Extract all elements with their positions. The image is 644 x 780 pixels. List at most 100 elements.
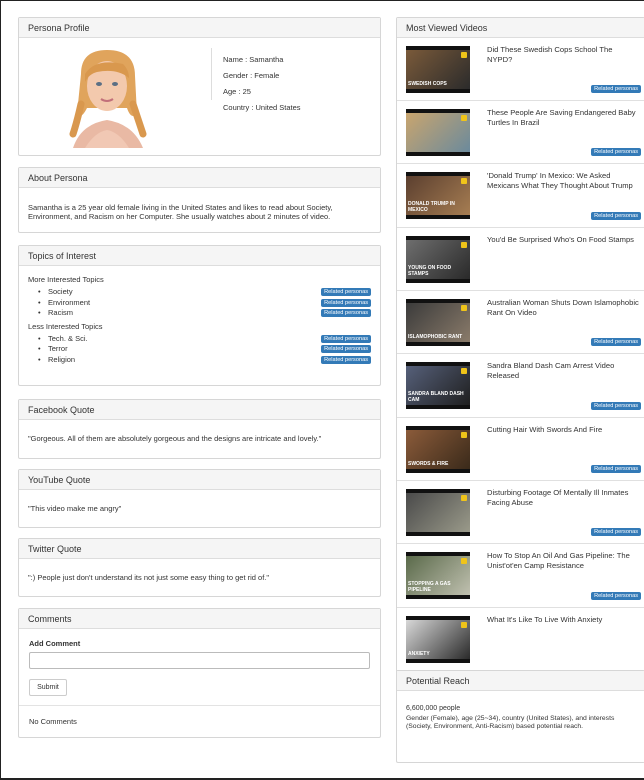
channel-logo-icon (461, 622, 467, 628)
video-title-link[interactable]: How To Stop An Oil And Gas Pipeline: The… (487, 551, 639, 571)
related-personas-badge[interactable]: Related personas (321, 355, 371, 364)
thumbnail-caption: ISLAMOPHOBIC RANT (408, 334, 463, 340)
video-title-link[interactable]: Australian Woman Shuts Down Islamophobic… (487, 298, 639, 318)
facebook-quote-text: "Gorgeous. All of them are absolutely go… (28, 434, 322, 443)
topic-row: • Racism Related personas (28, 308, 371, 319)
thumbnail-caption: YOUNG ON FOOD STAMPS (408, 265, 452, 277)
topics-title: Topics of Interest (19, 246, 380, 266)
comments-panel: Comments Add Comment Submit No Comments (18, 608, 381, 738)
related-personas-badge[interactable]: Related personas (591, 402, 641, 410)
video-item[interactable]: SWEDISH COPS Did These Swedish Cops Schoo… (397, 38, 644, 101)
persona-profile-panel: Persona Profile Name : Samantha Gender :… (18, 17, 381, 156)
submit-button[interactable]: Submit (29, 679, 67, 696)
related-personas-badge[interactable]: Related personas (321, 345, 371, 353)
related-personas-badge[interactable]: Related personas (321, 334, 371, 343)
less-interested-label: Less Interested Topics (28, 321, 103, 331)
twitter-quote-text: ":) People just don't understand its not… (28, 573, 270, 582)
twitter-quote-title: Twitter Quote (19, 539, 380, 559)
video-title-link[interactable]: These People Are Saving Endangered Baby … (487, 108, 639, 128)
related-personas-badge[interactable]: Related personas (591, 338, 641, 346)
related-personas-badge[interactable]: Related personas (591, 592, 641, 600)
channel-logo-icon (461, 432, 467, 438)
related-personas-badge[interactable]: Related personas (321, 288, 371, 296)
video-thumbnail[interactable] (406, 489, 470, 536)
video-item[interactable]: These People Are Saving Endangered Baby … (397, 101, 644, 164)
related-personas-badge[interactable]: Related personas (591, 148, 641, 156)
no-comments-text: No Comments (29, 717, 77, 726)
video-thumbnail[interactable]: ANXIETY (406, 616, 470, 663)
bullet-icon: • (38, 287, 41, 296)
more-topics-list: • Society Related personas • Environment Rela… (28, 287, 371, 319)
video-title-link[interactable]: What It's Like To Live With Anxiety (487, 615, 639, 625)
reach-people: 6,600,000 people (406, 705, 461, 712)
profile-name: Name : Samantha (223, 55, 284, 64)
most-viewed-videos-title: Most Viewed Videos (397, 18, 644, 38)
related-personas-badge[interactable]: Related personas (591, 528, 641, 536)
channel-logo-icon (461, 242, 467, 248)
comments-title: Comments (19, 609, 380, 629)
video-title-link[interactable]: Cutting Hair With Swords And Fire (487, 425, 639, 435)
video-thumbnail[interactable]: SWEDISH COPS (406, 46, 470, 93)
video-item[interactable]: SWORDS & FIRE Cutting Hair With Swords An… (397, 418, 644, 481)
video-item[interactable]: YOUNG ON FOOD STAMPS You'd Be Surprised W… (397, 228, 644, 291)
topic-row: • Religion Related personas (28, 355, 371, 366)
video-thumbnail[interactable] (406, 109, 470, 156)
video-item[interactable]: ANXIETY What It's Like To Live With Anxie… (397, 608, 644, 678)
persona-profile-title: Persona Profile (19, 18, 380, 38)
topic-name: Environment (48, 297, 91, 307)
topic-row: • Tech. & Sci. Related personas (28, 334, 371, 345)
channel-logo-icon (461, 305, 467, 311)
bullet-icon: • (38, 297, 41, 307)
topic-name: Tech. & Sci. (48, 333, 88, 343)
topics-panel: Topics of Interest More Interested Topic… (18, 245, 381, 386)
related-personas-badge[interactable]: Related personas (591, 85, 641, 93)
comments-divider (19, 705, 380, 706)
most-viewed-videos-panel: Most Viewed Videos SWEDISH COPS Did These… (396, 17, 644, 684)
bullet-icon: • (38, 354, 41, 364)
channel-logo-icon (461, 178, 467, 184)
video-title-link[interactable]: 'Donald Trump' In Mexico: We Asked Mexic… (487, 171, 639, 191)
video-item[interactable]: STOPPING A GAS PIPELINE How To Stop An Oi… (397, 544, 644, 608)
related-personas-badge[interactable]: Related personas (591, 212, 641, 220)
potential-reach-title: Potential Reach (397, 671, 644, 691)
video-title-link[interactable]: Did These Swedish Cops School The NYPD? (487, 45, 639, 65)
video-item[interactable]: Disturbing Footage Of Mentally Ill Inmat… (397, 481, 644, 544)
about-persona-title: About Persona (19, 168, 380, 188)
video-thumbnail[interactable]: SANDRA BLAND DASH CAM (406, 362, 470, 409)
channel-logo-icon (461, 368, 467, 374)
video-title-link[interactable]: Disturbing Footage Of Mentally Ill Inmat… (487, 488, 639, 508)
video-item[interactable]: SANDRA BLAND DASH CAM Sandra Bland Dash C… (397, 354, 644, 418)
video-thumbnail[interactable]: ISLAMOPHOBIC RANT (406, 299, 470, 346)
topic-name: Religion (48, 354, 76, 364)
topic-row: • Society Related personas (28, 287, 371, 298)
video-item[interactable]: DONALD TRUMP IN MEXICO 'Donald Trump' In … (397, 164, 644, 228)
video-item[interactable]: ISLAMOPHOBIC RANT Australian Woman Shuts … (397, 291, 644, 354)
thumbnail-caption: ANXIETY (408, 651, 430, 657)
topic-name: Racism (48, 308, 74, 317)
topic-name: Society (48, 287, 73, 296)
video-thumbnail[interactable]: YOUNG ON FOOD STAMPS (406, 236, 470, 283)
video-thumbnail[interactable]: SWORDS & FIRE (406, 426, 470, 473)
video-thumbnail[interactable]: STOPPING A GAS PIPELINE (406, 552, 470, 599)
video-title-link[interactable]: You'd Be Surprised Who's On Food Stamps (487, 235, 639, 245)
less-topics-list: • Tech. & Sci. Related personas • Terror Rela… (28, 334, 371, 366)
topic-row: • Terror Related personas (28, 344, 371, 355)
comment-input[interactable] (29, 652, 370, 669)
related-personas-badge[interactable]: Related personas (321, 309, 371, 317)
related-personas-badge[interactable]: Related personas (321, 298, 371, 307)
channel-logo-icon (461, 115, 467, 121)
video-thumbnail[interactable]: DONALD TRUMP IN MEXICO (406, 172, 470, 219)
topic-row: • Environment Related personas (28, 298, 371, 309)
add-comment-label: Add Comment (29, 639, 81, 648)
bullet-icon: • (38, 333, 41, 343)
facebook-quote-panel: Facebook Quote "Gorgeous. All of them ar… (18, 399, 381, 459)
bullet-icon: • (38, 308, 41, 317)
video-title-link[interactable]: Sandra Bland Dash Cam Arrest Video Relea… (487, 361, 639, 381)
about-persona-text: Samantha is a 25 year old female living … (28, 203, 333, 222)
bullet-icon: • (38, 344, 41, 353)
reach-detail: Gender (Female), age (25~34), country (U… (406, 715, 615, 731)
more-interested-label: More Interested Topics (28, 275, 104, 284)
youtube-quote-text: "This video make me angry" (28, 504, 122, 513)
thumbnail-caption: STOPPING A GAS PIPELINE (408, 581, 451, 593)
related-personas-badge[interactable]: Related personas (591, 465, 641, 473)
